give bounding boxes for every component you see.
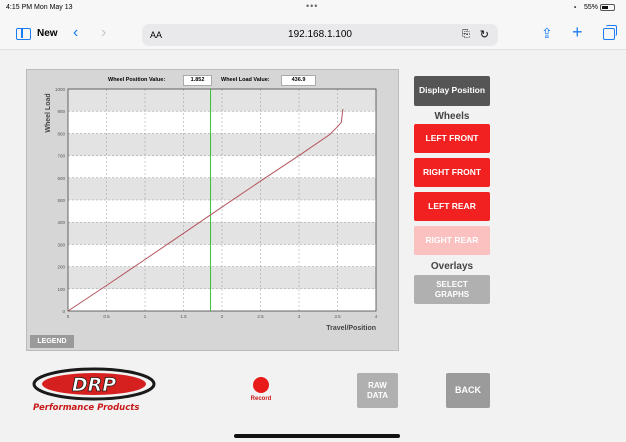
left-rear-button[interactable]: LEFT REAR [414,192,490,221]
forward-chevron-icon[interactable]: › [101,24,106,42]
wheel-position-value: 1.852 [183,75,212,86]
reader-icon[interactable]: ⎘ [462,29,470,40]
status-time: 4:15 PM Mon May 13 [6,4,73,11]
raw-data-button[interactable]: RAW DATA [357,373,398,408]
right-front-button[interactable]: RIGHT FRONT [414,158,490,187]
new-tab-icon[interactable]: + [572,22,583,43]
back-chevron-icon[interactable]: ‹ [73,24,78,42]
home-indicator [234,434,400,438]
tabs-overview-icon[interactable] [603,25,617,40]
display-position-button[interactable]: Display Position [414,76,490,106]
right-rear-button[interactable]: RIGHT REAR [414,226,490,255]
sidebar-icon[interactable] [16,28,31,40]
address-bar[interactable]: AA 192.168.1.100 ⎘ ↻ [142,24,498,46]
url-text[interactable]: 192.168.1.100 [142,29,498,40]
logo-tagline: Performance Products [33,403,139,413]
legend-button[interactable]: LEGEND [30,335,74,348]
battery-icon [600,4,615,11]
wheel-load-value: 436.9 [281,75,316,86]
drp-logo: DRP Performance Products [32,367,156,413]
status-bar: 4:15 PM Mon May 13 ••• ◔ 55% [0,0,626,20]
tab-group-label[interactable]: New [37,28,58,39]
share-icon[interactable]: ⇪ [541,25,553,42]
wifi-icon: ◔ [572,3,577,12]
select-graphs-button[interactable]: SELECT GRAPHS [414,275,490,304]
logo-brand: DRP [72,374,116,396]
record-icon[interactable] [253,377,269,393]
browser-toolbar: New ‹ › AA 192.168.1.100 ⎘ ↻ ⇪ + [0,20,626,50]
multitasking-dots[interactable]: ••• [306,1,318,11]
wheel-load-label: Wheel Load Value: [221,77,270,83]
overlays-heading: Overlays [430,261,474,272]
wheel-position-label: Wheel Position Value: [108,77,166,83]
back-button[interactable]: BACK [446,373,490,408]
record-label[interactable]: Record [243,396,279,402]
left-front-button[interactable]: LEFT FRONT [414,124,490,153]
chart-panel [26,69,399,351]
reload-icon[interactable]: ↻ [480,28,489,41]
wheels-heading: Wheels [434,111,470,122]
battery-percent: 55% [584,4,599,11]
